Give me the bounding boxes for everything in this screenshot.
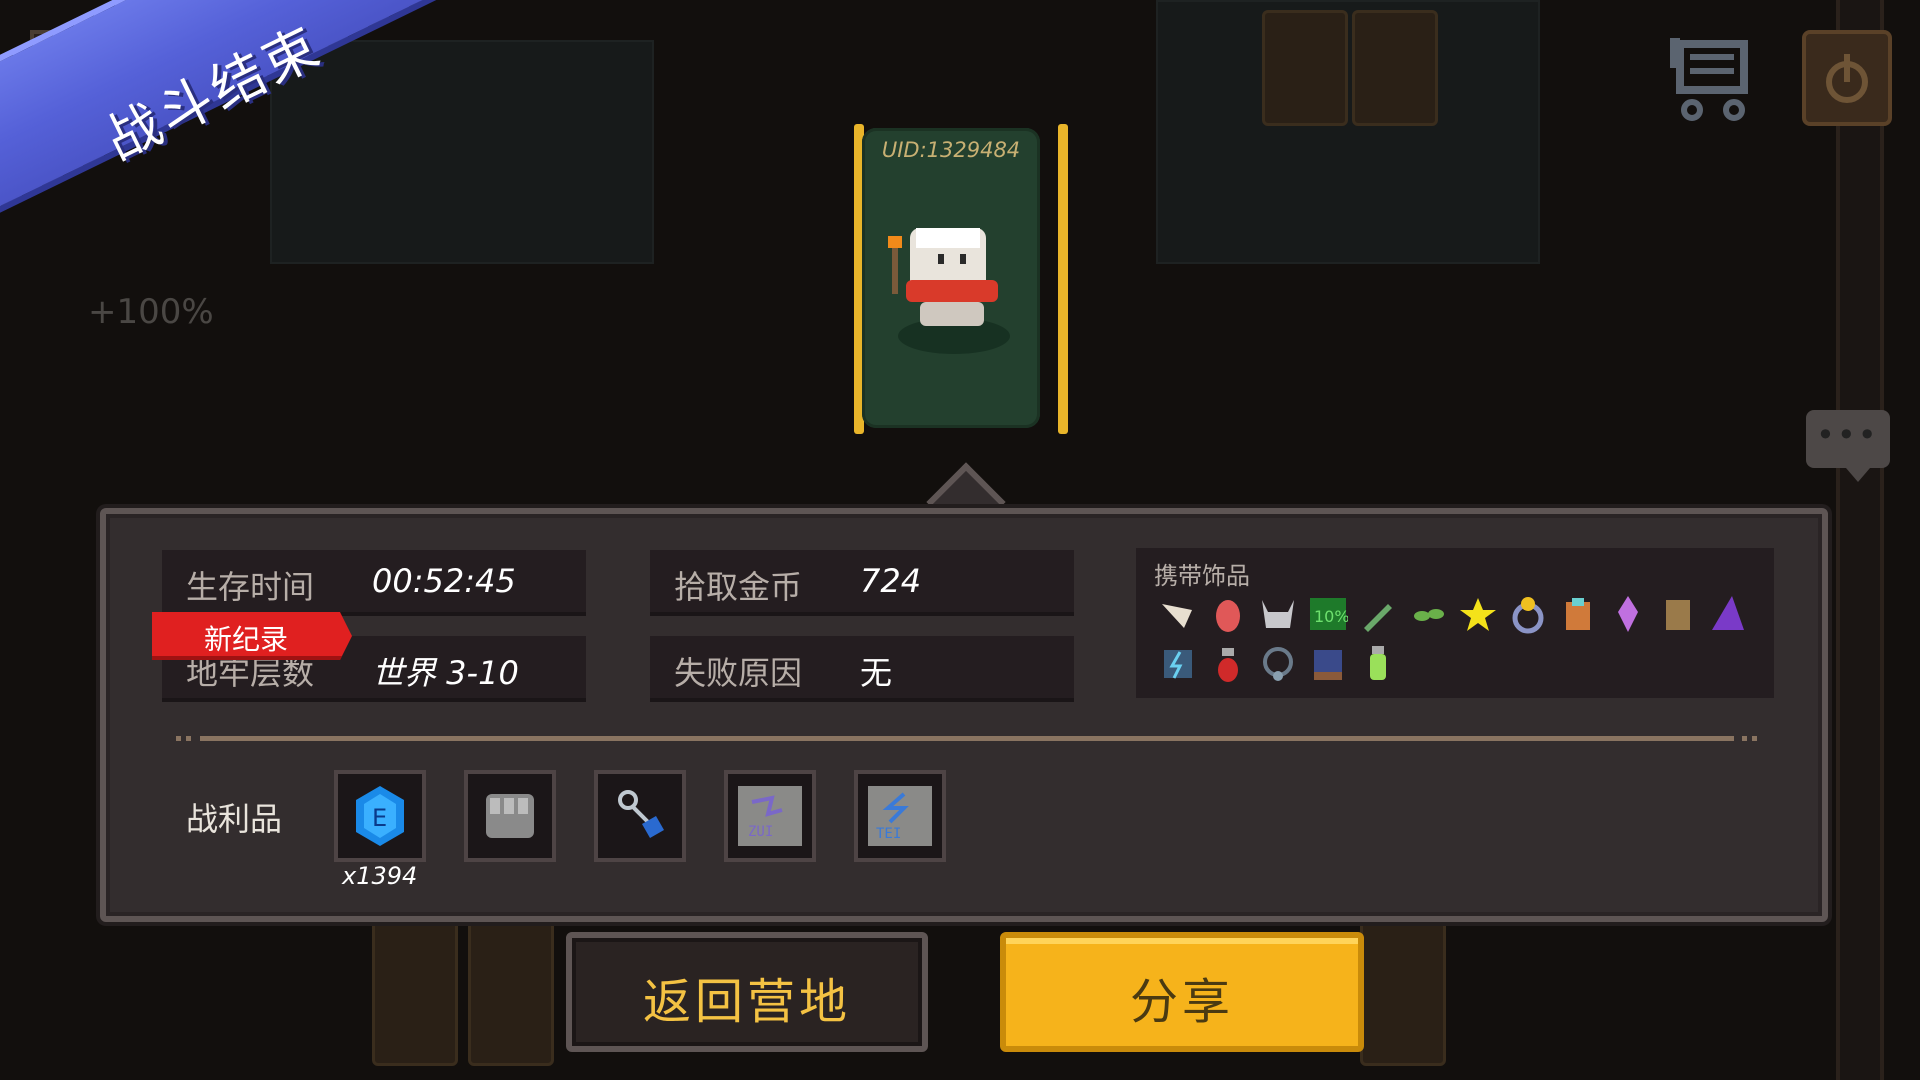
gold-collected-box: 拾取金币 724: [650, 550, 1074, 616]
svg-text:TEI: TEI: [876, 826, 901, 842]
loot-label: 战利品: [186, 800, 283, 838]
background-crate: [1352, 10, 1438, 126]
blue-energy-gem-icon: E: [356, 786, 404, 846]
gold-collected-value: 724: [860, 562, 922, 600]
background-crate: [372, 910, 458, 1066]
red-potion-icon[interactable]: [1208, 644, 1248, 684]
dungeon-level-value: 世界 3-10: [372, 654, 519, 692]
player-uid: UID:1329484: [881, 138, 1021, 162]
stone-amulet-icon[interactable]: [1258, 644, 1298, 684]
accessories-title: 携带饰品: [1154, 562, 1250, 590]
lightning-rune-icon[interactable]: [1158, 644, 1198, 684]
survival-time-value: 00:52:45: [372, 562, 516, 600]
spiked-armor-icon[interactable]: [1558, 594, 1598, 634]
loot-slot[interactable]: TEI: [854, 770, 946, 862]
horned-helmet-icon[interactable]: [1258, 592, 1298, 632]
background-bonus-text: +100%: [88, 292, 214, 332]
divider-dot: [1752, 736, 1757, 741]
svg-text:E: E: [372, 804, 387, 832]
loot-slot[interactable]: ZUI: [724, 770, 816, 862]
divider-dot: [186, 736, 191, 741]
background-crate: [1360, 910, 1446, 1066]
chat-button[interactable]: •••: [1806, 410, 1890, 482]
leaf-sprout-icon[interactable]: [1408, 594, 1448, 634]
share-label: 分享: [1129, 974, 1234, 1030]
loot-slot[interactable]: E: [334, 770, 426, 862]
background-crate: [1262, 10, 1348, 126]
ten-percent-banner-icon[interactable]: 10%: [1308, 594, 1348, 634]
survival-time-label: 生存时间: [186, 568, 315, 606]
blue-key-icon: [618, 790, 664, 838]
purple-hat-icon[interactable]: [1708, 594, 1748, 634]
green-dagger-icon[interactable]: [1358, 594, 1398, 634]
power-icon[interactable]: [1802, 30, 1892, 126]
character-card: UID:1329484: [862, 128, 1040, 428]
loot-count: x1394: [342, 862, 418, 890]
panel-divider: [200, 736, 1734, 741]
new-record-text: 新纪录: [204, 623, 289, 656]
rune-tablet-blue-icon: TEI: [868, 786, 932, 846]
chat-icon: •••: [1816, 416, 1879, 454]
accessories-box: 携带饰品 10%: [1136, 548, 1774, 698]
failure-reason-value: 无: [860, 654, 893, 692]
survival-time-box: 生存时间 00:52:45: [162, 550, 586, 616]
loot-slot[interactable]: [594, 770, 686, 862]
return-camp-label: 返回营地: [642, 974, 851, 1030]
iron-gauntlet-icon: [486, 794, 534, 838]
horn-icon[interactable]: [1158, 594, 1198, 634]
meat-icon[interactable]: [1208, 594, 1248, 634]
shop-cart-icon[interactable]: [1660, 30, 1760, 129]
new-record-badge: 新纪录: [152, 612, 352, 660]
divider-dot: [1742, 736, 1747, 741]
gold-collected-label: 拾取金币: [674, 568, 803, 606]
divider-dot: [176, 736, 181, 741]
spell-book-icon[interactable]: [1308, 644, 1348, 684]
background-crate: [468, 910, 554, 1066]
card-frame-right: [1058, 124, 1068, 434]
background-room-right: [1156, 0, 1540, 264]
yellow-star-icon[interactable]: [1458, 594, 1498, 634]
svg-text:ZUI: ZUI: [748, 824, 773, 840]
return-camp-button[interactable]: 返回营地: [566, 932, 928, 1052]
rune-tablet-purple-icon: ZUI: [738, 786, 802, 846]
failure-reason-box: 失败原因 无: [650, 636, 1074, 702]
scroll-case-icon[interactable]: [1658, 594, 1698, 634]
character-sprite-icon: [888, 228, 1010, 354]
svg-text:10%: 10%: [1314, 607, 1348, 626]
background-pillar: [1836, 0, 1884, 1080]
share-button[interactable]: 分享: [1000, 932, 1364, 1052]
failure-reason-label: 失败原因: [674, 654, 803, 692]
gold-ring-icon[interactable]: [1508, 594, 1548, 634]
loot-slot[interactable]: [464, 770, 556, 862]
crystal-icon[interactable]: [1608, 594, 1648, 634]
green-potion-icon[interactable]: [1358, 644, 1398, 684]
